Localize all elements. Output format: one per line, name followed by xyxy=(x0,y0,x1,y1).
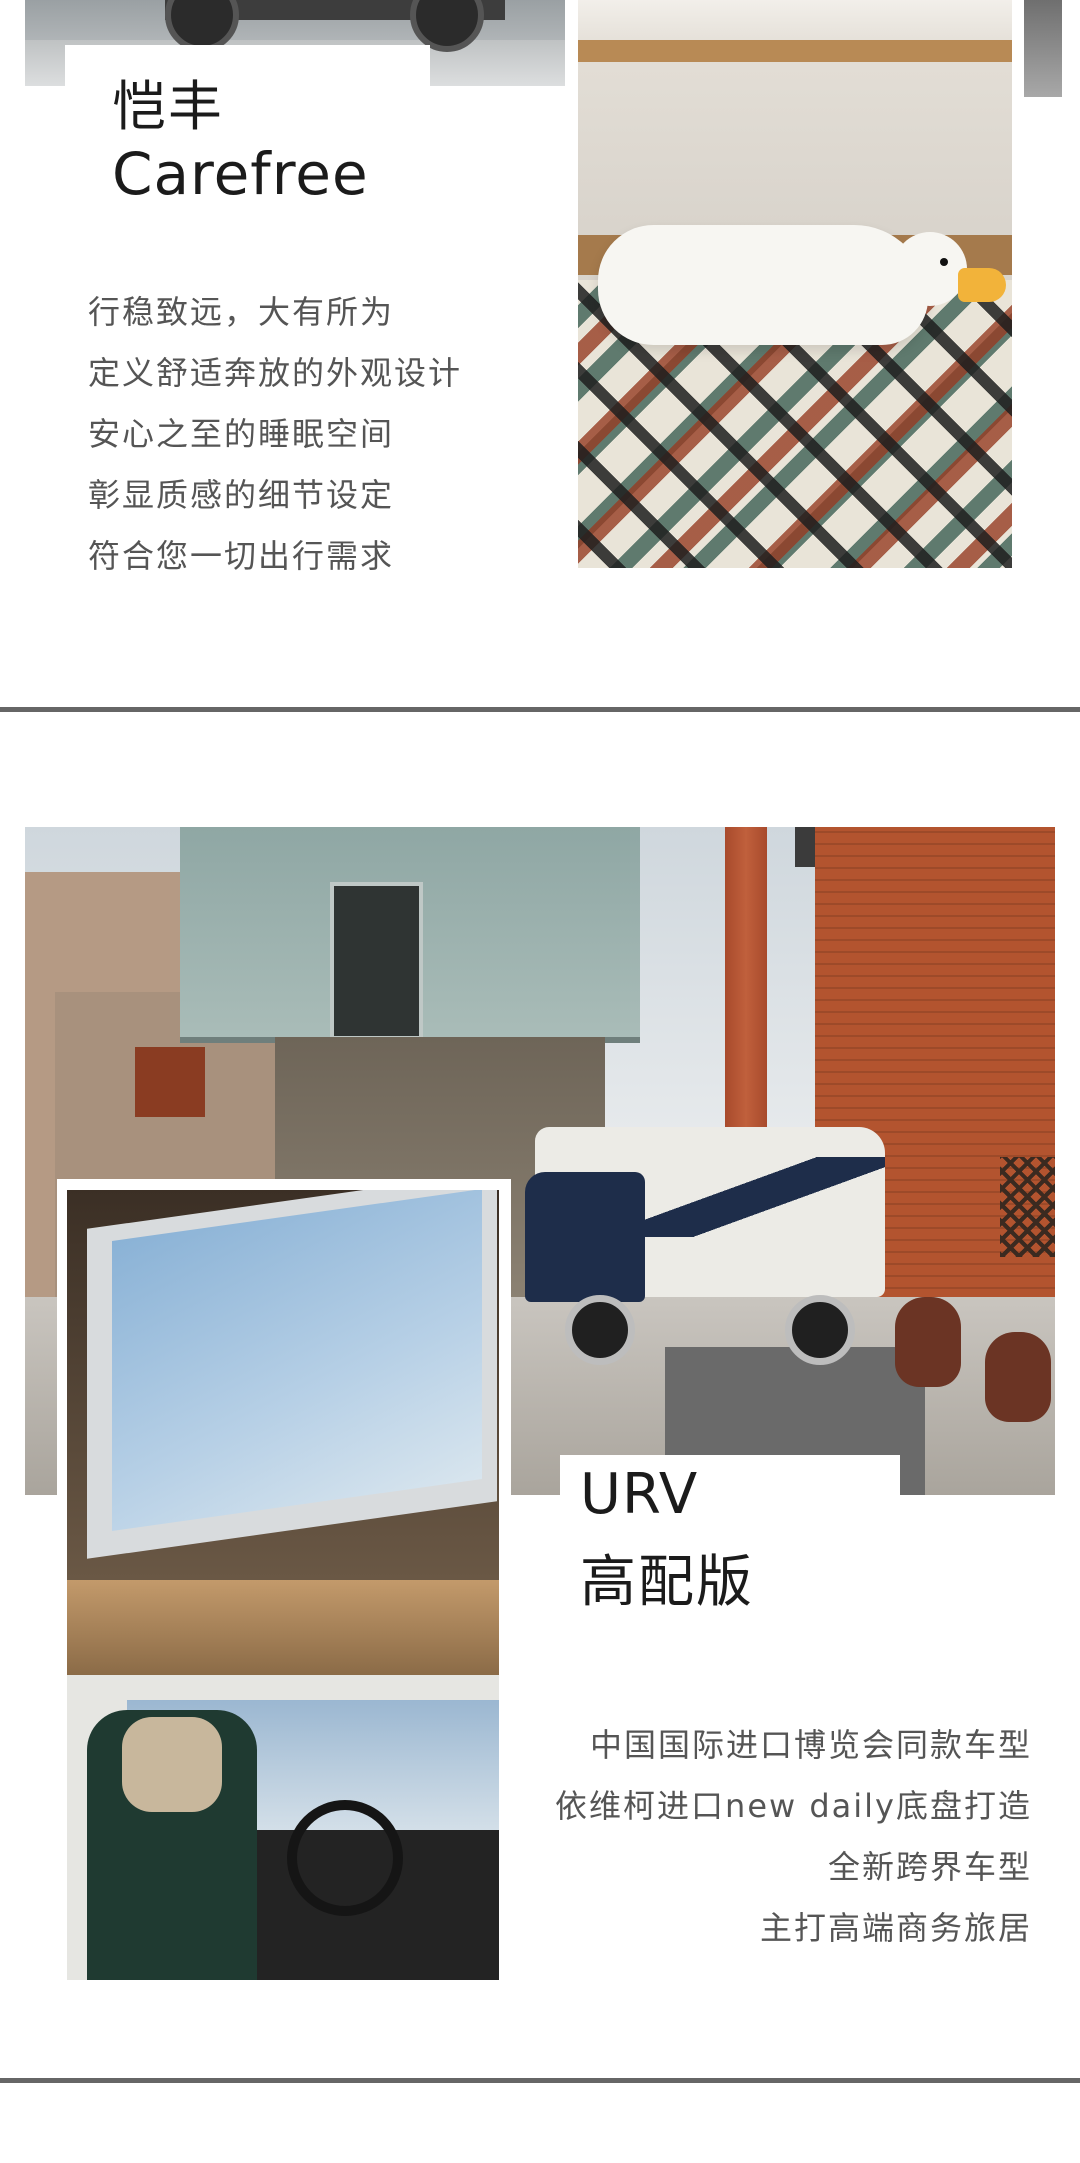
feature-line: 主打高端商务旅居 xyxy=(759,1909,1032,1947)
edge-photo-strip xyxy=(1024,0,1062,97)
skylight-cabin-photo xyxy=(67,1190,499,1980)
feature-line: 彰显质感的细节设定 xyxy=(88,476,395,514)
feature-line: 安心之至的睡眠空间 xyxy=(88,415,395,453)
feature-line: 全新跨界车型 xyxy=(827,1848,1032,1886)
section-title-chinese: 恺丰 xyxy=(112,75,224,138)
feature-line: 依维柯进口new daily底盘打造 xyxy=(555,1787,1032,1825)
section-divider xyxy=(0,707,1080,712)
feature-line: 符合您一切出行需求 xyxy=(88,537,395,575)
section-title-chinese: 高配版 xyxy=(580,1550,754,1615)
feature-line: 行稳致远，大有所为 xyxy=(88,293,395,331)
feature-line: 定义舒适奔放的外观设计 xyxy=(88,354,463,392)
section-divider xyxy=(0,2078,1080,2083)
bed-interior-photo xyxy=(578,0,1012,568)
section-title-english: Carefree xyxy=(112,140,369,208)
section-title-english: URV xyxy=(580,1462,699,1527)
feature-line: 中国国际进口博览会同款车型 xyxy=(589,1726,1032,1764)
